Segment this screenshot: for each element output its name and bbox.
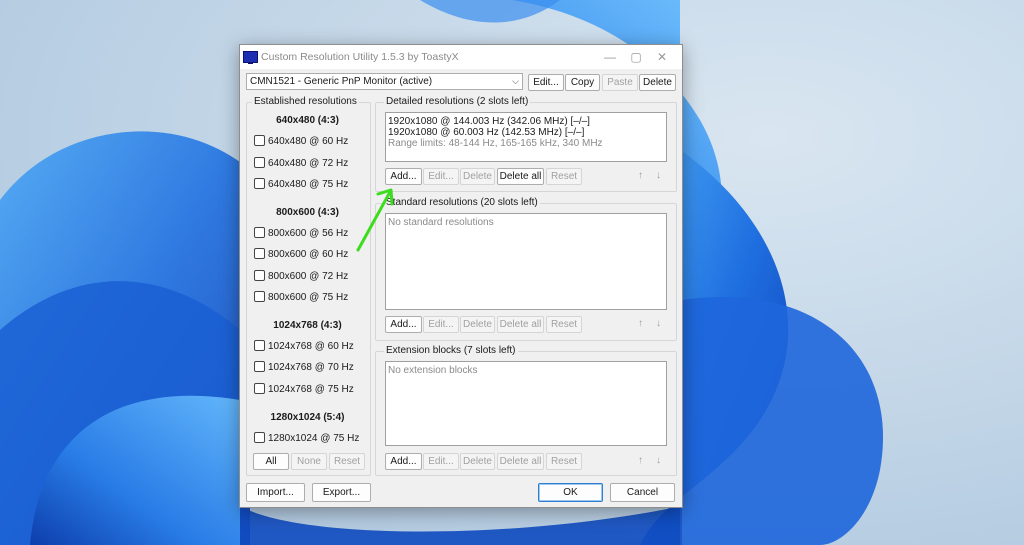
paste-button[interactable]: Paste (602, 74, 638, 91)
checkbox-800x600-72[interactable]: 800x600 @ 72 Hz (254, 270, 348, 282)
checkbox-640x480-75[interactable]: 640x480 @ 75 Hz (254, 178, 348, 190)
detailed-delete-button[interactable]: Delete (460, 168, 495, 185)
chevron-down-icon: ⌵ (512, 76, 519, 86)
established-reset-button[interactable]: Reset (329, 453, 365, 470)
detailed-delete-all-button[interactable]: Delete all (497, 168, 544, 185)
checkbox-label: 640x480 @ 60 Hz (268, 136, 349, 147)
standard-edit-button[interactable]: Edit... (423, 316, 459, 333)
select-none-button[interactable]: None (291, 453, 327, 470)
checkbox-800x600-56[interactable]: 800x600 @ 56 Hz (254, 227, 348, 239)
detailed-edit-button[interactable]: Edit... (423, 168, 459, 185)
extension-delete-button[interactable]: Delete (460, 453, 495, 470)
checkbox-box[interactable] (254, 383, 265, 394)
detailed-reset-button[interactable]: Reset (546, 168, 582, 185)
extension-reset-button[interactable]: Reset (546, 453, 582, 470)
checkbox-label: 640x480 @ 75 Hz (268, 179, 349, 190)
cru-dialog: Custom Resolution Utility 1.5.3 by Toast… (239, 44, 683, 508)
checkbox-box[interactable] (254, 340, 265, 351)
cancel-button[interactable]: Cancel (610, 483, 675, 502)
detailed-resolutions-list[interactable]: 1920x1080 @ 144.003 Hz (342.06 MHz) [–/–… (385, 112, 667, 162)
checkbox-1024x768-75[interactable]: 1024x768 @ 75 Hz (254, 383, 354, 395)
checkbox-800x600-60[interactable]: 800x600 @ 60 Hz (254, 248, 348, 260)
checkbox-1024x768-60[interactable]: 1024x768 @ 60 Hz (254, 340, 354, 352)
section-heading-640x480: 640x480 (4:3) (276, 115, 339, 126)
checkbox-800x600-75[interactable]: 800x600 @ 75 Hz (254, 291, 348, 303)
import-button[interactable]: Import... (246, 483, 305, 502)
copy-button[interactable]: Copy (565, 74, 600, 91)
checkbox-label: 1280x1024 @ 75 Hz (268, 433, 360, 444)
extension-edit-button[interactable]: Edit... (423, 453, 459, 470)
minimize-icon[interactable]: — (597, 48, 623, 66)
export-button[interactable]: Export... (312, 483, 371, 502)
section-heading-1024x768: 1024x768 (4:3) (273, 320, 342, 331)
ok-button[interactable]: OK (538, 483, 603, 502)
edit-monitor-button[interactable]: Edit... (528, 74, 564, 91)
checkbox-box[interactable] (254, 178, 265, 189)
checkbox-box[interactable] (254, 157, 265, 168)
checkbox-label: 1024x768 @ 60 Hz (268, 341, 354, 352)
list-item[interactable]: Range limits: 48-144 Hz, 165-165 kHz, 34… (388, 138, 603, 149)
annotation-arrow-icon (356, 188, 394, 252)
move-down-icon[interactable]: ↓ (656, 455, 661, 466)
window-title: Custom Resolution Utility 1.5.3 by Toast… (261, 51, 459, 63)
checkbox-label: 800x600 @ 75 Hz (268, 292, 349, 303)
move-up-icon[interactable]: ↑ (638, 318, 643, 329)
checkbox-label: 640x480 @ 72 Hz (268, 158, 349, 169)
checkbox-1280x1024-75[interactable]: 1280x1024 @ 75 Hz (254, 432, 359, 444)
list-item[interactable]: 1920x1080 @ 144.003 Hz (342.06 MHz) [–/–… (388, 116, 590, 127)
detailed-resolutions-label: Detailed resolutions (2 slots left) (384, 96, 531, 107)
extension-delete-all-button[interactable]: Delete all (497, 453, 544, 470)
checkbox-box[interactable] (254, 270, 265, 281)
monitor-select-value: CMN1521 - Generic PnP Monitor (active) (250, 76, 433, 87)
checkbox-box[interactable] (254, 291, 265, 302)
monitor-icon (243, 51, 258, 64)
monitor-select[interactable]: CMN1521 - Generic PnP Monitor (active) ⌵ (246, 73, 523, 90)
move-up-icon[interactable]: ↑ (638, 170, 643, 181)
move-down-icon[interactable]: ↓ (656, 318, 661, 329)
move-down-icon[interactable]: ↓ (656, 170, 661, 181)
checkbox-label: 800x600 @ 60 Hz (268, 249, 349, 260)
standard-add-button[interactable]: Add... (385, 316, 422, 333)
checkbox-640x480-72[interactable]: 640x480 @ 72 Hz (254, 157, 348, 169)
extension-blocks-label: Extension blocks (7 slots left) (384, 345, 518, 356)
maximize-icon[interactable]: ▢ (623, 48, 649, 66)
checkbox-box[interactable] (254, 135, 265, 146)
move-up-icon[interactable]: ↑ (638, 455, 643, 466)
select-all-button[interactable]: All (253, 453, 289, 470)
standard-delete-button[interactable]: Delete (460, 316, 495, 333)
checkbox-label: 800x600 @ 72 Hz (268, 271, 349, 282)
standard-reset-button[interactable]: Reset (546, 316, 582, 333)
checkbox-label: 800x600 @ 56 Hz (268, 228, 349, 239)
checkbox-640x480-60[interactable]: 640x480 @ 60 Hz (254, 135, 348, 147)
extension-add-button[interactable]: Add... (385, 453, 422, 470)
extension-blocks-list[interactable]: No extension blocks (385, 361, 667, 446)
checkbox-box[interactable] (254, 248, 265, 259)
list-item[interactable]: 1920x1080 @ 60.003 Hz (142.53 MHz) [–/–] (388, 127, 584, 138)
checkbox-label: 1024x768 @ 75 Hz (268, 384, 354, 395)
title-bar: Custom Resolution Utility 1.5.3 by Toast… (240, 45, 682, 69)
empty-list-text: No extension blocks (388, 365, 478, 376)
checkbox-box[interactable] (254, 227, 265, 238)
standard-resolutions-list[interactable]: No standard resolutions (385, 213, 667, 310)
checkbox-box[interactable] (254, 432, 265, 443)
section-heading-1280x1024: 1280x1024 (5:4) (270, 412, 345, 423)
checkbox-label: 1024x768 @ 70 Hz (268, 362, 354, 373)
checkbox-box[interactable] (254, 361, 265, 372)
delete-monitor-button[interactable]: Delete (639, 74, 676, 91)
standard-delete-all-button[interactable]: Delete all (497, 316, 544, 333)
close-icon[interactable]: ✕ (649, 48, 675, 66)
checkbox-1024x768-70[interactable]: 1024x768 @ 70 Hz (254, 361, 354, 373)
established-resolutions-label: Established resolutions (252, 96, 359, 107)
